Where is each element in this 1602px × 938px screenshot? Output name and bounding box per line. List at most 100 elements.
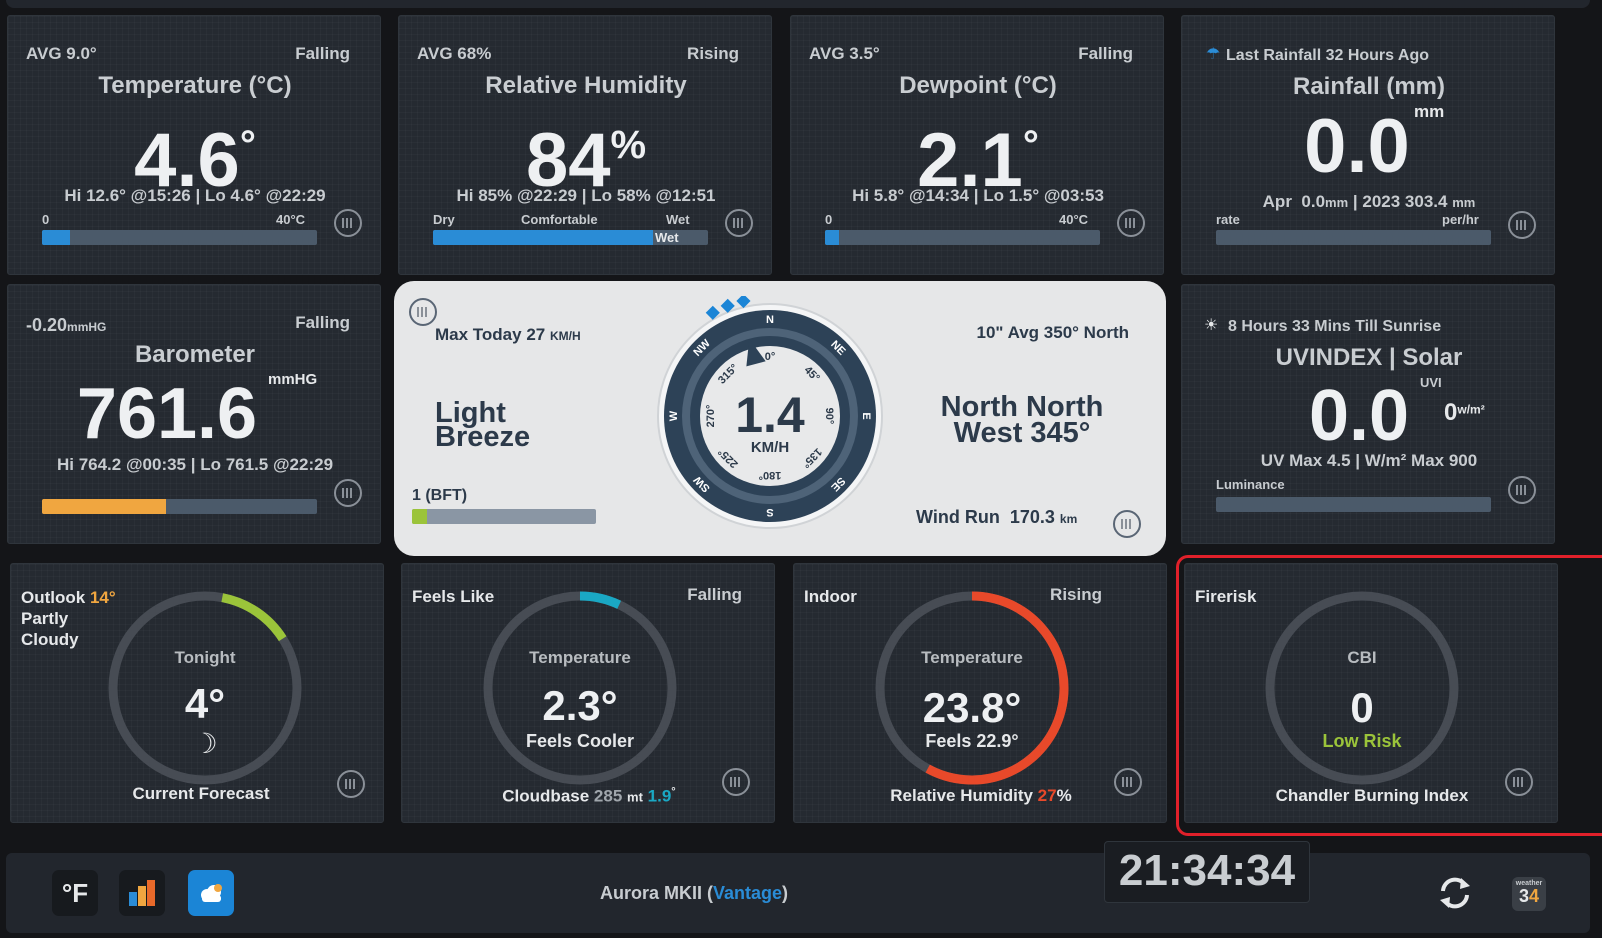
humidity-trend: Rising <box>687 44 739 63</box>
barometer-chart-icon[interactable] <box>334 479 362 507</box>
temperature-card: AVG 9.0° Falling Temperature (°C) 4.6° H… <box>7 15 381 275</box>
rainfall-year-label: 2023 <box>1362 192 1401 211</box>
charts-button[interactable] <box>119 870 165 916</box>
temperature-scale-max: 40°C <box>276 212 306 227</box>
humidity-card: AVG 68% Rising Relative Humidity 84% Hi … <box>398 15 772 275</box>
dewpoint-title: Dewpoint (°C) <box>899 72 1057 99</box>
rainfall-month-label: Apr <box>1262 192 1292 211</box>
humidity-title: Relative Humidity <box>485 72 687 99</box>
wind-max-today-value: 27 <box>526 325 546 344</box>
outlook-period: Tonight <box>174 648 236 667</box>
dewpoint-scale-min: 0 <box>825 212 833 227</box>
wind-chart-icon[interactable] <box>409 298 437 326</box>
station-name: Aurora MKII ( <box>600 883 714 903</box>
indoor-humidity-unit: % <box>1056 786 1072 805</box>
humidity-bar-fill <box>433 230 653 245</box>
barometer-bar <box>42 499 317 514</box>
wind-description-line2: Breeze <box>435 421 531 453</box>
wind-run-label: Wind Run <box>916 507 1000 527</box>
wind-compass: NNEESESSWWNW 0°45°90°135°180°225°270°315… <box>657 296 883 529</box>
rainfall-card: ☂ Last Rainfall 32 Hours Ago Rainfall (m… <box>1181 15 1555 275</box>
outlook-label: Outlook <box>21 588 86 607</box>
feels-like-gauge: Temperature 2.3° Feels Cooler <box>480 588 680 788</box>
barometer-bar-fill <box>42 499 166 514</box>
humidity-avg: AVG 68% <box>417 44 492 63</box>
temperature-bar-fill <box>42 230 70 245</box>
indoor-humidity-label: Relative Humidity <box>890 786 1033 805</box>
compass-point-s: S <box>766 506 773 518</box>
uv-title: UVINDEX | Solar <box>1275 344 1463 371</box>
feels-like-trend: Falling <box>687 585 742 604</box>
wind-run-chart-icon[interactable] <box>1113 510 1141 538</box>
rainfall-title: Rainfall (mm) <box>1292 73 1445 100</box>
outlook-chart-icon[interactable] <box>337 770 365 798</box>
wind-description: Light Breeze <box>435 399 531 453</box>
wind-avg: 10" Avg 350° North <box>976 323 1129 342</box>
wind-card: Max Today 27 KM/H 10" Avg 350° North Lig… <box>394 281 1166 556</box>
dewpoint-chart-icon[interactable] <box>1117 209 1145 237</box>
feels-like-status: Feels Cooler <box>525 731 635 751</box>
cloud-icon <box>201 884 222 902</box>
uv-chart-icon[interactable] <box>1508 476 1536 504</box>
temperature-bar <box>42 230 317 245</box>
footer-bar: °F Aurora MKII (Vantage) 21:34:34 weathe… <box>6 841 1590 933</box>
rainfall-year-value: 303.4 <box>1404 192 1448 211</box>
temperature-title: Temperature (°C) <box>98 72 292 99</box>
firerisk-footer: Chandler Burning Index <box>1275 786 1469 805</box>
outlook-value: 4° <box>184 680 226 727</box>
uv-luminance-label: Luminance <box>1216 477 1285 492</box>
temperature-unit: ° <box>239 123 256 167</box>
feels-like-chart-icon[interactable] <box>722 768 750 796</box>
wind-bft-bar <box>412 509 596 524</box>
humidity-hilo: Hi 85% @22:29 | Lo 58% @12:51 <box>456 186 716 205</box>
wind-bft-label: 1 (BFT) <box>412 487 468 504</box>
compass-degree-label: 0° <box>765 351 776 363</box>
dewpoint-avg: AVG 3.5° <box>809 44 880 63</box>
uv-solar-value: 0 <box>1444 399 1458 426</box>
cloudbase-label: Cloudbase <box>502 786 590 806</box>
temperature-scale-min: 0 <box>42 212 50 227</box>
humidity-label-comfortable: Comfortable <box>521 212 598 227</box>
cloudbase-deg: ° <box>671 786 676 798</box>
rainfall-rate-label: rate <box>1216 212 1240 227</box>
indoor-humidity-value: 27 <box>1037 786 1057 805</box>
forecast-button[interactable] <box>188 870 234 916</box>
rainfall-unit: mm <box>1414 102 1445 121</box>
rainfall-last: Last Rainfall 32 Hours Ago <box>1226 47 1429 64</box>
rainfall-perhr-label: per/hr <box>1442 212 1479 227</box>
temperature-hilo: Hi 12.6° @15:26 | Lo 4.6° @22:29 <box>64 186 326 205</box>
wind-direction: North North West 345° <box>912 393 1132 448</box>
station-model[interactable]: Vantage <box>713 883 782 903</box>
barometer-card: -0.20mmHG Falling Barometer 761.6 mmHG H… <box>7 284 381 544</box>
dewpoint-trend: Falling <box>1078 44 1133 63</box>
temperature-chart-icon[interactable] <box>334 209 362 237</box>
rainfall-year-unit: mm <box>1452 195 1476 210</box>
temperature-trend: Falling <box>295 44 350 63</box>
barometer-hilo: Hi 764.2 @00:35 | Lo 761.5 @22:29 <box>56 455 334 474</box>
humidity-bar: Wet <box>433 230 708 245</box>
rainfall-value: 0.0 <box>1304 104 1410 189</box>
wind-max-today: Max Today 27 KM/H <box>435 325 581 345</box>
indoor-chart-icon[interactable] <box>1114 768 1142 796</box>
units-toggle-button[interactable]: °F <box>52 870 98 916</box>
units-toggle-label: °F <box>61 878 89 908</box>
indoor-value: 23.8° <box>922 684 1022 731</box>
barometer-change-wrap: -0.20mmHG <box>26 315 106 336</box>
rainfall-chart-icon[interactable] <box>1508 211 1536 239</box>
compass-degree-label: 90° <box>823 408 835 425</box>
barometer-unit: mmHG <box>268 371 318 388</box>
dewpoint-scale-max: 40°C <box>1059 212 1089 227</box>
uv-solar-unit: w/m² <box>1457 402 1485 417</box>
logo-number-a: 3 <box>1518 886 1529 906</box>
dewpoint-unit: ° <box>1022 123 1039 167</box>
humidity-chart-icon[interactable] <box>725 209 753 237</box>
rainfall-month-value: 0.0 <box>1301 192 1326 211</box>
indoor-card: Indoor Rising Temperature 23.8° Feels 22… <box>793 563 1167 823</box>
feels-like-value: 2.3° <box>542 682 618 729</box>
clock: 21:34:34 <box>1104 841 1310 903</box>
refresh-icon[interactable] <box>1435 873 1475 913</box>
firerisk-chart-icon[interactable] <box>1505 768 1533 796</box>
feels-like-subtitle: Temperature <box>529 648 631 667</box>
station-label: Aurora MKII (Vantage) <box>600 883 788 904</box>
rainfall-totals: Apr 0.0mm | 2023 303.4 mm <box>1262 192 1476 211</box>
